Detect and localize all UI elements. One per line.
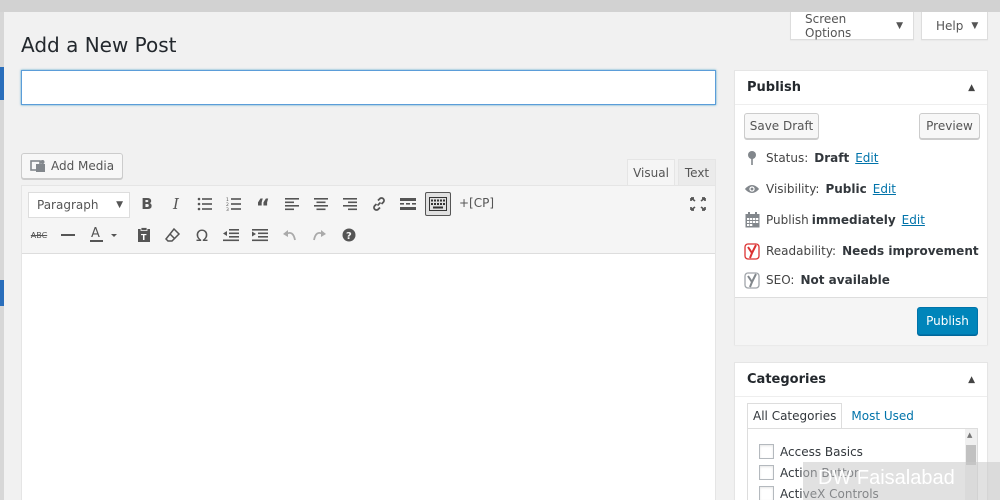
publish-box: Publish ▲ Save Draft Preview Status: Dra… xyxy=(734,70,988,345)
collapse-arrow-icon[interactable]: ▲ xyxy=(968,83,975,93)
special-character-icon[interactable]: Ω xyxy=(188,221,216,249)
paste-as-text-icon[interactable]: T xyxy=(130,221,158,249)
undo-icon[interactable] xyxy=(276,221,304,249)
clear-formatting-icon[interactable] xyxy=(159,221,187,249)
screen-options-button[interactable]: Screen Options ▼ xyxy=(790,12,914,40)
format-select-value: Paragraph xyxy=(37,198,99,212)
svg-text:?: ? xyxy=(346,231,352,242)
svg-text:T: T xyxy=(141,233,147,242)
seo-row: SEO: Not available xyxy=(744,271,890,289)
fullscreen-icon[interactable] xyxy=(684,190,712,218)
schedule-value: immediately xyxy=(811,213,896,227)
category-checkbox[interactable] xyxy=(759,465,774,480)
scroll-up-icon[interactable]: ▲ xyxy=(967,431,972,439)
publish-box-header[interactable]: Publish ▲ xyxy=(735,71,987,105)
category-checkbox[interactable] xyxy=(759,444,774,459)
status-row: Status: Draft Edit xyxy=(744,150,878,166)
admin-menu-edge xyxy=(0,12,4,500)
visibility-row: Visibility: Public Edit xyxy=(744,181,896,197)
numbered-list-icon[interactable]: 123 xyxy=(220,190,248,218)
yoast-seo-icon xyxy=(744,271,760,289)
pin-icon xyxy=(744,150,760,166)
calendar-icon xyxy=(744,212,760,228)
schedule-row: Publish immediately Edit xyxy=(744,212,925,228)
category-label: Access Basics xyxy=(780,444,863,459)
preview-button[interactable]: Preview xyxy=(919,113,980,139)
category-checkbox[interactable] xyxy=(759,486,774,500)
post-title-input[interactable] xyxy=(21,70,716,105)
publish-actions: Publish xyxy=(735,297,987,345)
tab-all-categories[interactable]: All Categories xyxy=(747,403,843,429)
help-label: Help xyxy=(936,18,964,33)
category-item[interactable]: Access Basics xyxy=(759,444,863,459)
tab-most-used[interactable]: Most Used xyxy=(842,403,919,429)
svg-text:3: 3 xyxy=(226,207,229,211)
screen-options-label: Screen Options xyxy=(805,11,852,40)
read-more-icon[interactable] xyxy=(394,190,422,218)
strikethrough-icon[interactable]: ABC xyxy=(25,221,53,249)
status-edit-link[interactable]: Edit xyxy=(855,151,878,165)
post-content-editor[interactable]: Paragraph ▼ B I 123 “ +[CP] ABC A T Ω ? xyxy=(21,185,716,500)
editor-toolbar: Paragraph ▼ B I 123 “ +[CP] ABC A T Ω ? xyxy=(22,186,715,254)
top-strip xyxy=(0,0,1000,12)
publish-box-title: Publish xyxy=(747,80,801,95)
redo-icon[interactable] xyxy=(305,221,333,249)
toolbar-toggle-icon[interactable] xyxy=(425,192,451,216)
seo-value: Not available xyxy=(800,273,890,287)
text-color-icon[interactable]: A xyxy=(83,221,123,249)
watermark: DW Faisalabad xyxy=(803,462,1000,500)
readability-label: Readability: xyxy=(766,244,837,258)
category-tabs: All Categories Most Used xyxy=(747,403,919,429)
insert-link-icon[interactable] xyxy=(365,190,393,218)
cp-shortcode-button[interactable]: +[CP] xyxy=(459,196,494,210)
horizontal-line-icon[interactable] xyxy=(54,221,82,249)
publish-button[interactable]: Publish xyxy=(917,307,978,335)
tab-text[interactable]: Text xyxy=(678,159,716,185)
caret-down-icon: ▼ xyxy=(896,20,903,31)
italic-icon[interactable]: I xyxy=(162,190,190,218)
eye-icon xyxy=(744,181,760,197)
toolbar-row-1: Paragraph ▼ B I 123 “ +[CP] xyxy=(22,190,715,221)
seo-label: SEO: xyxy=(766,273,795,287)
categories-box-title: Categories xyxy=(747,372,827,387)
status-label: Status: xyxy=(766,151,809,165)
bulleted-list-icon[interactable] xyxy=(191,190,219,218)
readability-row: Readability: Needs improvement xyxy=(744,242,979,260)
bold-icon[interactable]: B xyxy=(133,190,161,218)
outdent-icon[interactable] xyxy=(217,221,245,249)
tab-visual[interactable]: Visual xyxy=(627,159,675,185)
status-value: Draft xyxy=(814,151,850,165)
caret-down-icon: ▼ xyxy=(116,200,123,210)
keyboard-shortcuts-icon[interactable]: ? xyxy=(335,221,363,249)
help-button[interactable]: Help ▼ xyxy=(921,12,988,40)
svg-text:A: A xyxy=(91,226,100,241)
schedule-edit-link[interactable]: Edit xyxy=(902,213,925,227)
align-left-icon[interactable] xyxy=(278,190,306,218)
indent-icon[interactable] xyxy=(246,221,274,249)
collapse-arrow-icon[interactable]: ▲ xyxy=(968,375,975,385)
page-title: Add a New Post xyxy=(21,33,177,57)
add-media-label: Add Media xyxy=(51,159,115,173)
paragraph-format-select[interactable]: Paragraph ▼ xyxy=(28,192,130,218)
readability-value: Needs improvement xyxy=(842,244,979,258)
save-draft-button[interactable]: Save Draft xyxy=(744,113,819,139)
caret-down-icon: ▼ xyxy=(971,20,979,31)
align-right-icon[interactable] xyxy=(336,190,364,218)
watermark-text: DW Faisalabad xyxy=(818,467,955,489)
schedule-label: Publish xyxy=(766,213,809,227)
yoast-readability-icon xyxy=(744,242,760,260)
blockquote-icon[interactable]: “ xyxy=(249,190,277,221)
add-media-button[interactable]: Add Media xyxy=(21,153,124,179)
visibility-label: Visibility: xyxy=(766,182,820,196)
align-center-icon[interactable] xyxy=(307,190,335,218)
media-icon xyxy=(30,158,46,174)
visibility-value: Public xyxy=(825,182,867,196)
toolbar-row-2: ABC A T Ω ? xyxy=(22,221,715,251)
visibility-edit-link[interactable]: Edit xyxy=(873,182,896,196)
categories-box-header[interactable]: Categories ▲ xyxy=(735,363,987,397)
